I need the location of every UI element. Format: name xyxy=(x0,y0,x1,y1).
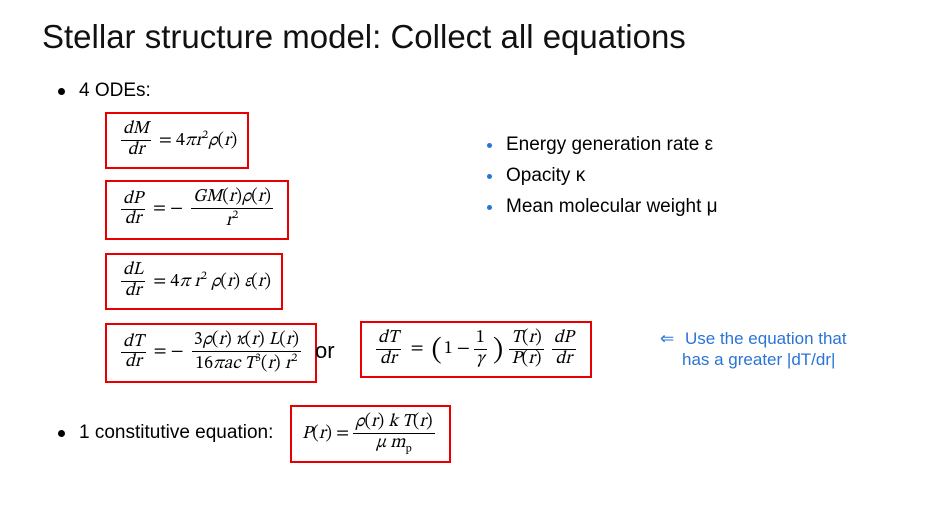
bullet-icon xyxy=(58,88,65,95)
equation-mass: dM dr = 4πr2ρ(r) xyxy=(105,112,249,169)
side-item-opacity: Opacity κ xyxy=(487,165,585,187)
side-item-mu: Mean molecular weight μ xyxy=(487,196,718,218)
eos-rhs-den: μ mp xyxy=(374,434,414,455)
hint-line2: has a greater |dT/dr| xyxy=(682,350,835,369)
slide-title: Stellar structure model: Collect all equ… xyxy=(42,18,686,56)
eos-lhs: P(r) = xyxy=(302,423,349,446)
or-label: or xyxy=(315,338,335,364)
mass-lhs-den: dr xyxy=(126,141,147,161)
hint-line1: Use the equation that xyxy=(685,329,847,348)
hydro-rhs-den: r2 xyxy=(224,209,241,232)
lum-rhs: = 4π r2 ρ(r) ε(r) xyxy=(153,269,271,294)
conv-paren-lead: 1 − xyxy=(444,338,470,361)
rad-lhs-num: dT xyxy=(121,333,146,354)
conv-frac2-den: dr xyxy=(553,350,574,370)
bullet-odes: 4 ODEs: xyxy=(58,80,151,102)
hydro-lhs-num: dP xyxy=(121,190,145,211)
rad-sign: = − xyxy=(154,341,184,364)
eos-rhs-num: ρ(r) k T(r) xyxy=(353,413,434,434)
rad-rhs-num: 3ρ(r) κ(r) L(r) xyxy=(192,331,301,352)
mass-lhs-num: dM xyxy=(121,120,151,141)
hydro-rhs-num: GM(r)ρ(r) xyxy=(191,188,273,209)
left-arrow-icon: ⇐ xyxy=(660,328,674,349)
rad-rhs-den: 16πac T3(r) r2 xyxy=(193,352,299,375)
constitutive-label: 1 constitutive equation: xyxy=(79,422,273,444)
lum-lhs-den: dr xyxy=(123,282,144,302)
hydro-sign: = − xyxy=(153,198,183,221)
side-mu-text: Mean molecular weight μ xyxy=(506,196,718,218)
lum-lhs-num: dL xyxy=(121,261,145,282)
conv-lhs-den: dr xyxy=(378,350,399,370)
rad-lhs-den: dr xyxy=(123,353,144,373)
slide: Stellar structure model: Collect all equ… xyxy=(0,0,929,507)
bullet-icon xyxy=(487,143,492,148)
bullet-icon xyxy=(58,430,65,437)
mass-rhs: = 4πr2ρ(r) xyxy=(159,128,237,153)
conv-inner-den: γ xyxy=(474,350,486,370)
equation-convective-gradient: dT dr = ( 1 − 1 γ ) T(r) P(r) dP dr xyxy=(360,321,592,378)
conv-frac1-den: P(r) xyxy=(509,350,543,370)
bullet-icon xyxy=(487,174,492,179)
odes-label: 4 ODEs: xyxy=(79,80,151,102)
equation-radiative-gradient: dT dr = − 3ρ(r) κ(r) L(r) 16πac T3(r) r2 xyxy=(105,323,317,383)
conv-frac1-num: T(r) xyxy=(509,329,544,350)
equation-luminosity: dL dr = 4π r2 ρ(r) ε(r) xyxy=(105,253,283,310)
bullet-icon xyxy=(487,205,492,210)
bullet-constitutive: 1 constitutive equation: xyxy=(58,422,273,444)
hint-text: ⇐ Use the equation that has a greater |d… xyxy=(660,328,847,371)
side-epsilon-text: Energy generation rate ε xyxy=(506,134,713,156)
side-item-epsilon: Energy generation rate ε xyxy=(487,134,713,156)
equation-hydrostatic: dP dr = − GM(r)ρ(r) r2 xyxy=(105,180,289,240)
conv-inner-num: 1 xyxy=(474,329,487,350)
conv-frac2-num: dP xyxy=(552,329,576,350)
conv-lhs-num: dT xyxy=(376,329,401,350)
side-opacity-text: Opacity κ xyxy=(506,165,585,187)
hydro-lhs-den: dr xyxy=(123,210,144,230)
equation-eos: P(r) = ρ(r) k T(r) μ mp xyxy=(290,405,451,463)
conv-sign: = xyxy=(411,338,424,361)
